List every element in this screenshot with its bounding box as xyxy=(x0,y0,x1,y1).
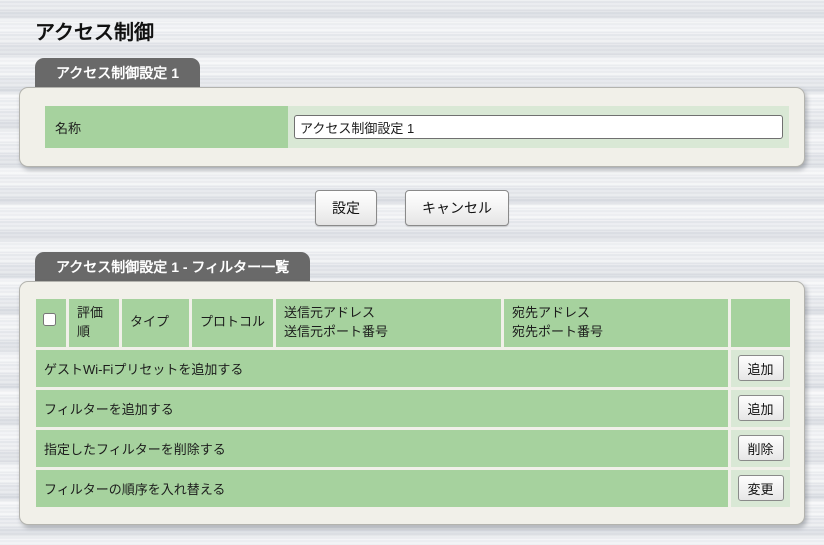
table-row-add-filter: フィルターを追加する 追加 xyxy=(36,389,790,427)
name-form-row: 名称 xyxy=(45,106,789,148)
column-header-source: 送信元アドレス 送信元ポート番号 xyxy=(276,299,501,347)
add-filter-button[interactable]: 追加 xyxy=(737,395,784,422)
column-header-type: タイプ xyxy=(122,299,189,347)
row-label-add-guest-preset: ゲストWi-Fiプリセットを追加する xyxy=(36,349,728,387)
source-address-label: 送信元アドレス xyxy=(284,305,376,320)
name-label: 名称 xyxy=(45,106,288,148)
row-label-reorder-filter: フィルターの順序を入れ替える xyxy=(36,469,728,507)
table-row-reorder-filter: フィルターの順序を入れ替える 変更 xyxy=(36,469,790,507)
add-guest-preset-button[interactable]: 追加 xyxy=(737,355,784,382)
name-value-cell xyxy=(288,106,789,148)
dest-port-label: 宛先ポート番号 xyxy=(512,323,604,339)
table-row-delete-filter: 指定したフィルターを削除する 削除 xyxy=(36,429,790,467)
row-action-cell: 変更 xyxy=(731,469,790,507)
setting-panel: 名称 xyxy=(19,87,805,167)
column-header-destination: 宛先アドレス 宛先ポート番号 xyxy=(504,299,728,347)
column-header-action xyxy=(731,299,790,347)
row-label-delete-filter: 指定したフィルターを削除する xyxy=(36,429,728,467)
filter-list-panel: 評価順 タイプ プロトコル 送信元アドレス 送信元ポート番号 宛先アドレス 宛先… xyxy=(19,281,805,525)
section-filter-list: アクセス制御設定 1 - フィルター一覧 評価順 タイプ プロトコル 送信元アド… xyxy=(19,251,805,525)
column-header-protocol: プロトコル xyxy=(192,299,273,347)
reorder-filter-button[interactable]: 変更 xyxy=(737,475,784,502)
section-access-control-setting: アクセス制御設定 1 名称 xyxy=(19,57,805,167)
row-label-add-filter: フィルターを追加する xyxy=(36,389,728,427)
name-input[interactable] xyxy=(294,115,783,139)
filter-table-header-row: 評価順 タイプ プロトコル 送信元アドレス 送信元ポート番号 宛先アドレス 宛先… xyxy=(36,299,790,347)
action-button-bar: 設定 キャンセル xyxy=(0,190,824,226)
row-action-cell: 追加 xyxy=(731,349,790,387)
column-header-checkbox xyxy=(36,299,66,347)
cancel-button[interactable]: キャンセル xyxy=(405,190,509,226)
submit-button[interactable]: 設定 xyxy=(315,190,377,226)
section-tab-filter-list: アクセス制御設定 1 - フィルター一覧 xyxy=(35,252,311,283)
row-action-cell: 追加 xyxy=(731,389,790,427)
page-title: アクセス制御 xyxy=(35,22,154,44)
table-row-add-guest-preset: ゲストWi-Fiプリセットを追加する 追加 xyxy=(36,349,790,387)
section-tab-setting: アクセス制御設定 1 xyxy=(35,58,200,89)
delete-filter-button[interactable]: 削除 xyxy=(737,435,784,462)
source-port-label: 送信元ポート番号 xyxy=(284,323,389,339)
dest-address-label: 宛先アドレス xyxy=(512,305,591,320)
filter-table: 評価順 タイプ プロトコル 送信元アドレス 送信元ポート番号 宛先アドレス 宛先… xyxy=(33,296,793,510)
row-action-cell: 削除 xyxy=(731,429,790,467)
select-all-checkbox[interactable] xyxy=(43,313,56,327)
column-header-order: 評価順 xyxy=(69,299,119,347)
